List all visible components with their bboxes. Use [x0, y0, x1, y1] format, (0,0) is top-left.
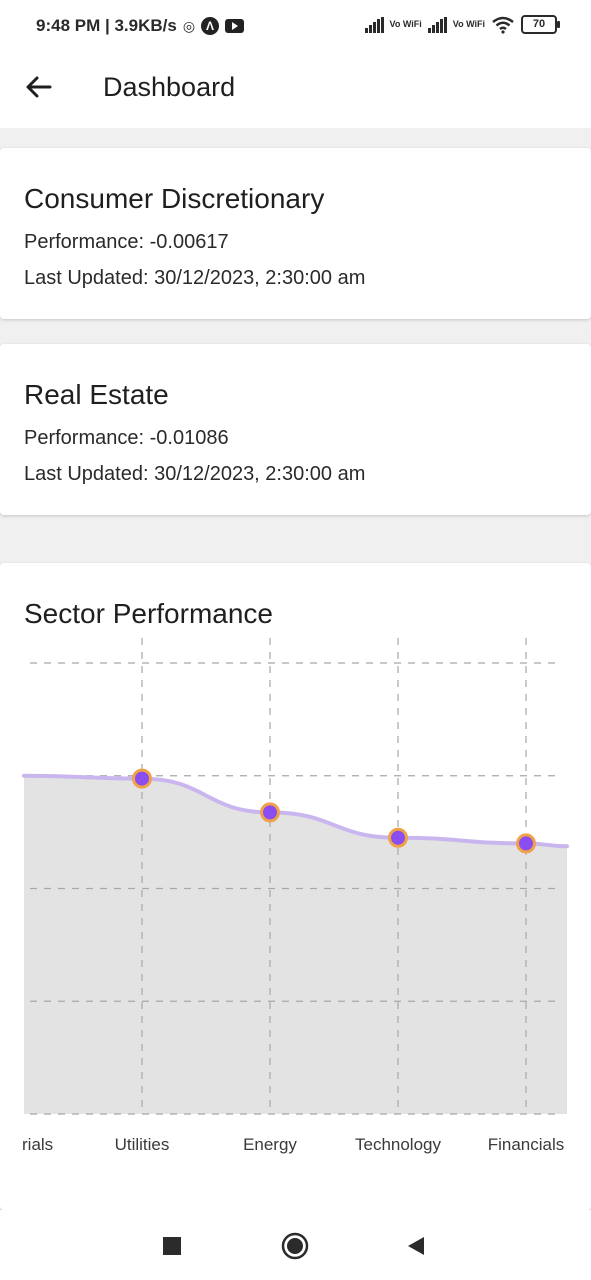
data-point [260, 802, 280, 823]
page-title: Dashboard [103, 72, 236, 102]
stop-square-icon[interactable] [158, 1232, 186, 1260]
wifi-icon [492, 16, 514, 34]
status-time: 9:48 PM | 3.9KB/s [36, 16, 177, 35]
data-point [132, 768, 152, 789]
sector-performance: Performance: -0.00617 [24, 231, 229, 253]
sector-title: Consumer Discretionary [24, 183, 325, 214]
data-point [388, 827, 408, 848]
battery-icon: 70 [521, 15, 560, 34]
back-triangle-icon[interactable] [402, 1232, 430, 1260]
sector-performance: Performance: -0.01086 [24, 427, 229, 449]
system-nav-bar [0, 1210, 591, 1280]
sector-performance-chart[interactable]: rials Utilities Energy Technology Financials [0, 563, 591, 1210]
arrow-left-icon[interactable] [22, 70, 56, 104]
app-bar: Dashboard [0, 54, 591, 128]
x-tick-label: Financials [488, 1135, 565, 1154]
sector-last-updated: Last Updated: 30/12/2023, 2:30:00 am [24, 463, 366, 485]
chart-area [24, 775, 567, 1114]
status-right: Vo WiFi Vo WiFi 70 [364, 15, 560, 34]
youtube-icon [225, 19, 245, 33]
signal-icon [364, 16, 384, 33]
sector-card[interactable]: Real Estate Performance: -0.01086 Last U… [0, 344, 591, 515]
x-tick-label: Energy [243, 1135, 297, 1154]
sector-performance-chart-card: Sector Performance rials Utilities Energy T… [0, 563, 591, 1210]
vowifi-label-2: Vo WiFi [452, 19, 485, 29]
x-tick-label: Technology [355, 1135, 442, 1154]
x-tick-label: Utilities [115, 1135, 170, 1154]
signal-icon-2 [427, 16, 447, 33]
sync-icon: ◎ [182, 17, 196, 34]
sector-last-updated: Last Updated: 30/12/2023, 2:30:00 am [24, 267, 366, 289]
status-bar: 9:48 PM | 3.9KB/s ◎ Λ Vo WiFi Vo WiFi 70 [0, 0, 591, 54]
sector-card[interactable]: Consumer Discretionary Performance: -0.0… [0, 148, 591, 319]
x-tick-label: rials [22, 1135, 53, 1154]
status-left: 9:48 PM | 3.9KB/s ◎ Λ [36, 16, 245, 36]
sector-title: Real Estate [24, 379, 169, 410]
app-a-icon: Λ [201, 17, 220, 35]
home-circle-icon[interactable] [281, 1232, 309, 1260]
data-point [516, 833, 536, 854]
vowifi-label: Vo WiFi [389, 19, 422, 29]
